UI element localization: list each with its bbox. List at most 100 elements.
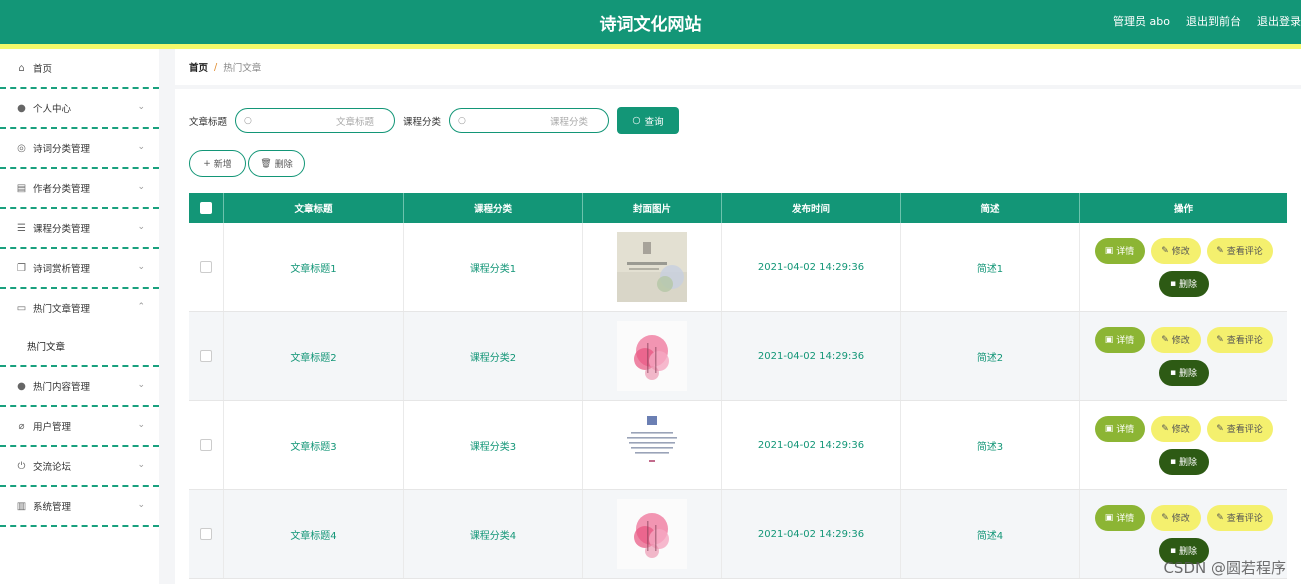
cover-pink-flower	[617, 499, 687, 569]
search-icon: ○	[244, 115, 252, 126]
view-comments-button[interactable]: ✎ 查看评论	[1206, 237, 1273, 264]
edit-icon: ✎	[1161, 245, 1169, 256]
edit-icon: ✎	[1161, 512, 1169, 523]
view-comments-button[interactable]: ✎ 查看评论	[1206, 415, 1273, 442]
title-search-label: 文章标题	[189, 116, 228, 128]
delete-button[interactable]: ▪ 删除	[1158, 359, 1209, 386]
header-ops: 操作	[1173, 204, 1193, 215]
edit-button[interactable]: ✎ 修改	[1150, 326, 1201, 353]
row-checkbox[interactable]	[200, 261, 212, 273]
row-title: 文章标题1	[224, 223, 404, 311]
sidebar-item-poem-appreciation[interactable]: ❐ 诗词赏析管理 ⌄	[0, 249, 159, 289]
trash-icon: 🗑	[260, 158, 272, 169]
delete-button[interactable]: ▪ 删除	[1158, 448, 1209, 475]
breadcrumb: 首页 / 热门文章	[175, 49, 1301, 85]
title-search-input[interactable]: ○ 文章标题	[235, 108, 396, 133]
row-title: 文章标题2	[224, 312, 404, 400]
view-comments-button[interactable]: ✎ 查看评论	[1206, 326, 1273, 353]
category-search-label: 课程分类	[403, 116, 442, 128]
doc-icon: ▣	[1104, 512, 1114, 523]
sidebar-item-course-category[interactable]: ☰ 课程分类管理 ⌄	[0, 209, 159, 249]
top-bar: 诗词文化网站 管理员 abo 退出到前台 退出登录	[0, 0, 1301, 44]
admin-label: 管理员 abo	[1113, 15, 1170, 28]
chevron-down-icon: ⌄	[137, 500, 145, 510]
table-row: 文章标题3 课程分类3 2021-04-02 14:29:36 简述3 ▣ 详情…	[189, 401, 1287, 490]
select-all-checkbox[interactable]	[200, 202, 212, 214]
row-title: 文章标题3	[224, 401, 404, 489]
chart-icon: ▥	[16, 500, 27, 512]
edit-button[interactable]: ✎ 修改	[1150, 504, 1201, 531]
sidebar-subitem-hot-article[interactable]: 热门文章	[0, 327, 159, 367]
header-cover: 封面图片	[583, 193, 722, 223]
edit-button[interactable]: ✎ 修改	[1150, 415, 1201, 442]
plus-icon: +	[203, 158, 211, 169]
back-to-front-link[interactable]: 退出到前台	[1186, 13, 1241, 29]
logout-link[interactable]: 退出登录	[1257, 13, 1301, 29]
table-row: 文章标题4 课程分类4 2021-04-02 14:29:36 简述4 ▣ 详情…	[189, 490, 1287, 579]
table-row: 文章标题2 课程分类2 2021-04-02 14:29:36 简述2 ▣ 详情…	[189, 312, 1287, 401]
delete-button[interactable]: ▪ 删除	[1158, 270, 1209, 297]
sidebar-item-user-management[interactable]: ⌀ 用户管理 ⌄	[0, 407, 159, 447]
chevron-down-icon: ⌄	[137, 102, 145, 112]
row-time: 2021-04-02 14:29:36	[722, 312, 901, 400]
add-button[interactable]: + 新增	[189, 150, 246, 177]
row-ops: ▣ 详情 ✎ 修改 ✎ 查看评论 ▪ 删除	[1080, 401, 1287, 489]
table-header: 文章标题 课程分类 封面图片 发布时间 简述 操作	[189, 193, 1287, 223]
detail-button[interactable]: ▣ 详情	[1094, 237, 1145, 264]
row-category: 课程分类3	[404, 401, 583, 489]
row-time: 2021-04-02 14:29:36	[722, 223, 901, 311]
cover-image	[617, 232, 687, 302]
main-content: 首页 / 热门文章 文章标题 ○ 文章标题 课程分类 ○ 课程分类 ○ 查询 + 新…	[175, 49, 1301, 584]
view-comments-button[interactable]: ✎ 查看评论	[1206, 504, 1273, 531]
cover-image	[617, 499, 687, 569]
batch-delete-button[interactable]: 🗑 删除	[248, 150, 305, 177]
sidebar-item-system[interactable]: ▥ 系统管理 ⌄	[0, 487, 159, 527]
sidebar-item-profile[interactable]: ● 个人中心 ⌄	[0, 89, 159, 129]
chevron-down-icon: ⌄	[137, 262, 145, 272]
detail-button[interactable]: ▣ 详情	[1094, 415, 1145, 442]
briefcase-icon: ▤	[16, 182, 27, 194]
detail-button[interactable]: ▣ 详情	[1094, 326, 1145, 353]
trash-icon: ▪	[1169, 367, 1177, 378]
user-icon: ●	[17, 380, 26, 392]
select-all-cell	[189, 193, 224, 223]
sidebar-item-home[interactable]: ⌂ 首页	[0, 49, 159, 89]
edit-icon: ✎	[1216, 512, 1224, 523]
breadcrumb-separator: /	[214, 61, 218, 73]
row-category: 课程分类4	[404, 490, 583, 578]
sidebar-item-forum[interactable]: ⏻ 交流论坛 ⌄	[0, 447, 159, 487]
globe-icon: ◎	[17, 142, 26, 154]
sidebar-item-author-category[interactable]: ▤ 作者分类管理 ⌄	[0, 169, 159, 209]
row-checkbox[interactable]	[200, 439, 212, 451]
row-summary: 简述2	[901, 312, 1080, 400]
chevron-down-icon: ⌄	[137, 142, 145, 152]
detail-button[interactable]: ▣ 详情	[1094, 504, 1145, 531]
doc-icon: ▣	[1104, 423, 1114, 434]
top-right-links: 管理员 abo 退出到前台 退出登录	[1113, 13, 1301, 29]
breadcrumb-home[interactable]: 首页	[189, 60, 208, 74]
row-summary: 简述3	[901, 401, 1080, 489]
cover-text-poem	[617, 410, 687, 480]
site-title: 诗词文化网站	[599, 15, 702, 35]
chat-icon: ▭	[16, 302, 27, 314]
row-summary: 简述4	[901, 490, 1080, 578]
doc-icon: ▣	[1104, 334, 1114, 345]
header-time: 发布时间	[722, 193, 901, 223]
sidebar-item-hot-article[interactable]: ▭ 热门文章管理 ⌃	[0, 289, 159, 327]
row-time: 2021-04-02 14:29:36	[722, 490, 901, 578]
row-checkbox[interactable]	[200, 350, 212, 362]
article-table: 文章标题 课程分类 封面图片 发布时间 简述 操作 文章标题1 课程分类1 20…	[189, 193, 1287, 579]
chevron-down-icon: ⌄	[137, 380, 145, 390]
edit-button[interactable]: ✎ 修改	[1150, 237, 1201, 264]
row-category: 课程分类2	[404, 312, 583, 400]
trash-icon: ▪	[1169, 456, 1177, 467]
query-button[interactable]: ○ 查询	[617, 107, 680, 134]
copy-icon: ❐	[17, 262, 26, 274]
sidebar-item-hot-content[interactable]: ● 热门内容管理 ⌄	[0, 367, 159, 407]
row-time: 2021-04-02 14:29:36	[722, 401, 901, 489]
watermark-text: CSDN @圆若程序	[1163, 559, 1286, 577]
chevron-down-icon: ⌄	[137, 460, 145, 470]
row-checkbox[interactable]	[200, 528, 212, 540]
sidebar-item-poem-category[interactable]: ◎ 诗词分类管理 ⌄	[0, 129, 159, 169]
category-search-input[interactable]: ○ 课程分类	[449, 108, 610, 133]
